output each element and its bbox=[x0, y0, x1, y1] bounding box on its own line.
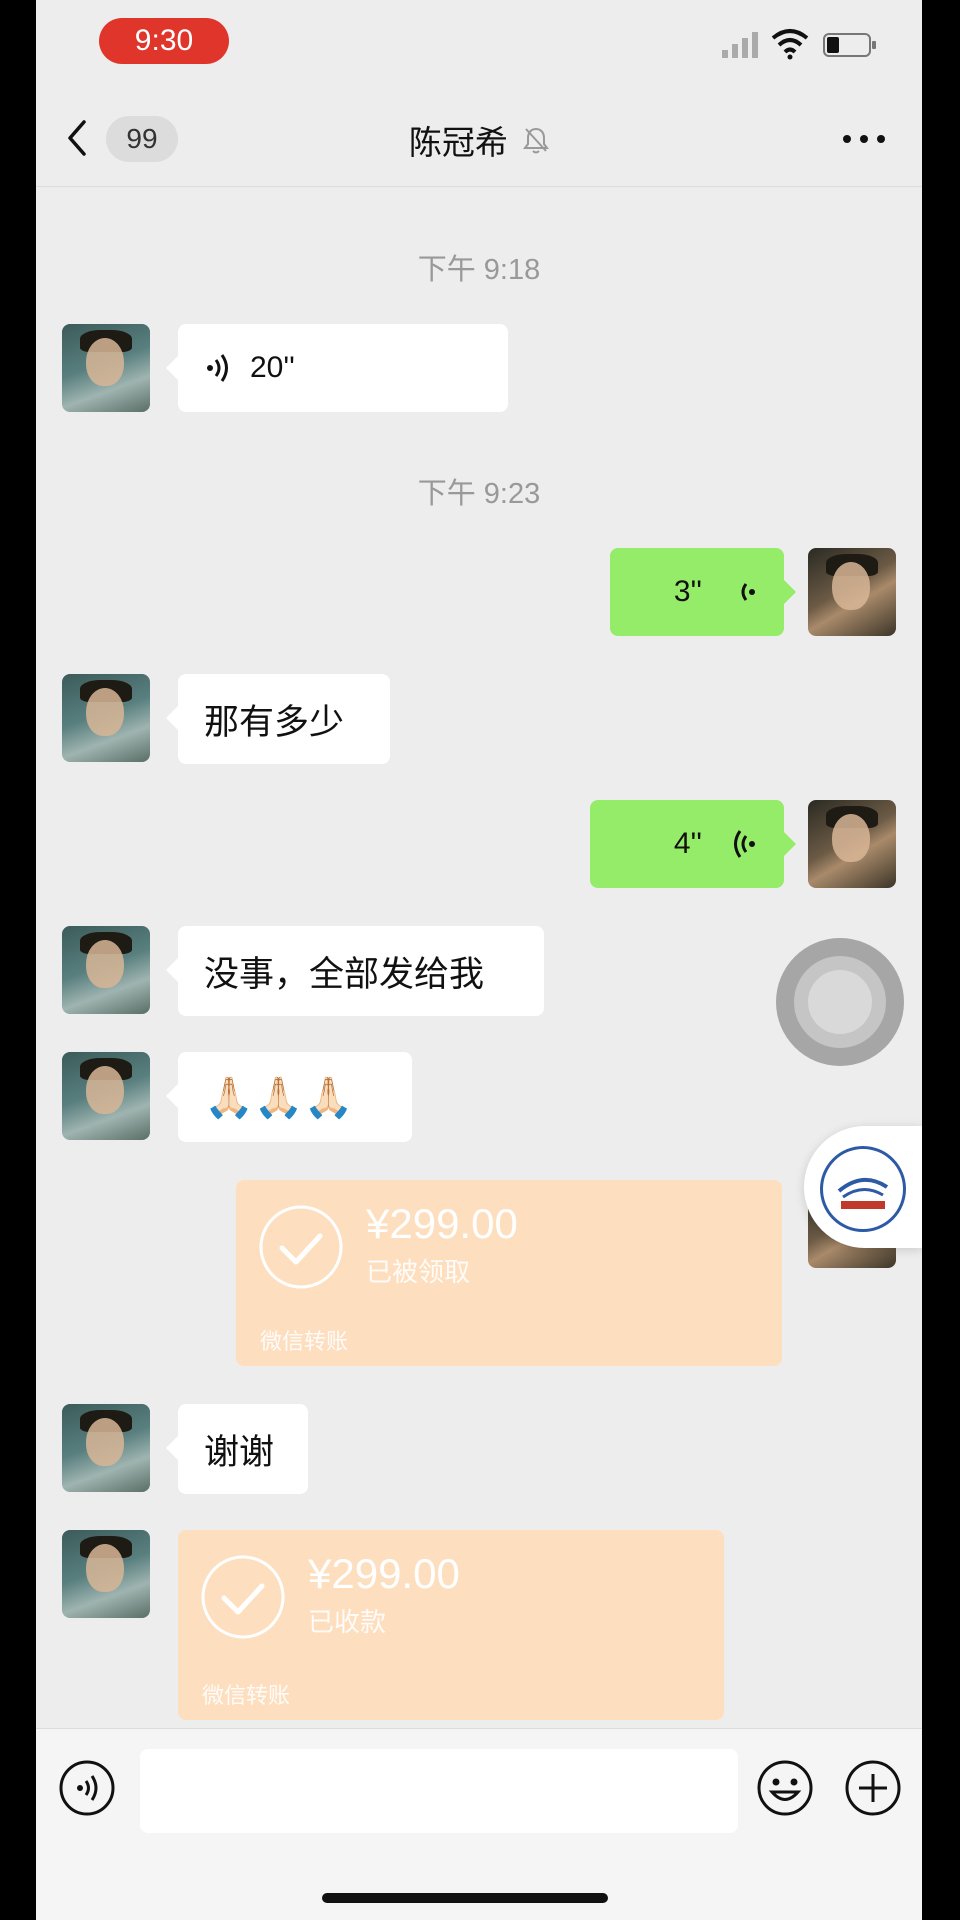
emoji-picker-icon[interactable] bbox=[756, 1759, 814, 1817]
assistive-touch-button[interactable] bbox=[776, 938, 904, 1066]
chat-title: 陈冠希 bbox=[36, 116, 922, 164]
text-message-bubble[interactable]: 谢谢 bbox=[166, 1404, 308, 1494]
voice-message-bubble[interactable]: 4'' bbox=[590, 800, 796, 888]
wifi-icon bbox=[771, 29, 809, 60]
transfer-label: 微信转账 bbox=[202, 1683, 291, 1708]
contact-avatar[interactable] bbox=[62, 674, 150, 762]
voice-input-icon[interactable] bbox=[58, 1759, 116, 1817]
message-timestamp: 下午 9:18 bbox=[417, 254, 541, 286]
transfer-amount: ¥299.00 bbox=[308, 1550, 460, 1597]
contact-avatar[interactable] bbox=[62, 1530, 150, 1618]
transfer-amount: ¥299.00 bbox=[366, 1200, 518, 1247]
self-avatar[interactable] bbox=[808, 800, 896, 888]
emoji-message-bubble[interactable]: 🙏🏻🙏🏻🙏🏻 bbox=[166, 1052, 412, 1142]
voice-message-bubble[interactable]: 20'' bbox=[166, 324, 508, 412]
contact-avatar[interactable] bbox=[62, 1052, 150, 1140]
chat-header: 99 陈冠希 bbox=[36, 90, 922, 187]
status-time: 9:30 bbox=[99, 18, 229, 64]
voice-wave-icon bbox=[741, 583, 755, 601]
voice-wave-icon bbox=[207, 354, 228, 382]
message-input[interactable] bbox=[140, 1749, 738, 1833]
transfer-status: 已收款 bbox=[308, 1607, 387, 1637]
message-timestamp: 下午 9:23 bbox=[417, 478, 541, 510]
transfer-label: 微信转账 bbox=[260, 1329, 349, 1354]
contact-avatar[interactable] bbox=[62, 926, 150, 1014]
floating-window[interactable] bbox=[804, 1126, 922, 1248]
voice-message-bubble[interactable]: 3'' bbox=[610, 548, 796, 636]
status-bar: 9:30 bbox=[36, 0, 922, 90]
chat-input-bar bbox=[36, 1728, 922, 1920]
voice-duration: 3'' bbox=[673, 575, 702, 608]
voice-wave-icon bbox=[734, 830, 755, 858]
transfer-card[interactable]: ¥299.00 已被领取 微信转账 bbox=[236, 1180, 782, 1366]
cellular-signal-icon bbox=[722, 32, 758, 58]
check-circle-icon bbox=[201, 1555, 285, 1639]
mini-program-logo bbox=[820, 1146, 906, 1232]
plus-circle-icon[interactable] bbox=[844, 1759, 902, 1817]
folded-hands-emoji: 🙏🏻🙏🏻🙏🏻 bbox=[204, 1075, 354, 1120]
more-dots-icon[interactable] bbox=[842, 134, 886, 144]
battery-icon bbox=[823, 33, 876, 57]
self-avatar[interactable] bbox=[808, 548, 896, 636]
contact-name: 陈冠希 bbox=[408, 124, 508, 161]
text-message-bubble[interactable]: 那有多少 bbox=[166, 674, 390, 764]
check-circle-icon bbox=[259, 1205, 343, 1289]
home-indicator[interactable] bbox=[322, 1893, 608, 1903]
contact-avatar[interactable] bbox=[62, 1404, 150, 1492]
chat-screen: 9:30 99 陈冠希 下午 9:18 20'' 下午 9:23 3'' 那有多… bbox=[36, 0, 922, 1920]
bell-off-icon bbox=[523, 127, 550, 154]
transfer-card[interactable]: ¥299.00 已收款 微信转账 bbox=[178, 1530, 724, 1720]
voice-duration: 4'' bbox=[673, 827, 702, 860]
voice-duration: 20'' bbox=[250, 351, 295, 384]
contact-avatar[interactable] bbox=[62, 324, 150, 412]
text-message-bubble[interactable]: 没事，全部发给我 bbox=[166, 926, 544, 1016]
transfer-status: 已被领取 bbox=[366, 1257, 471, 1287]
